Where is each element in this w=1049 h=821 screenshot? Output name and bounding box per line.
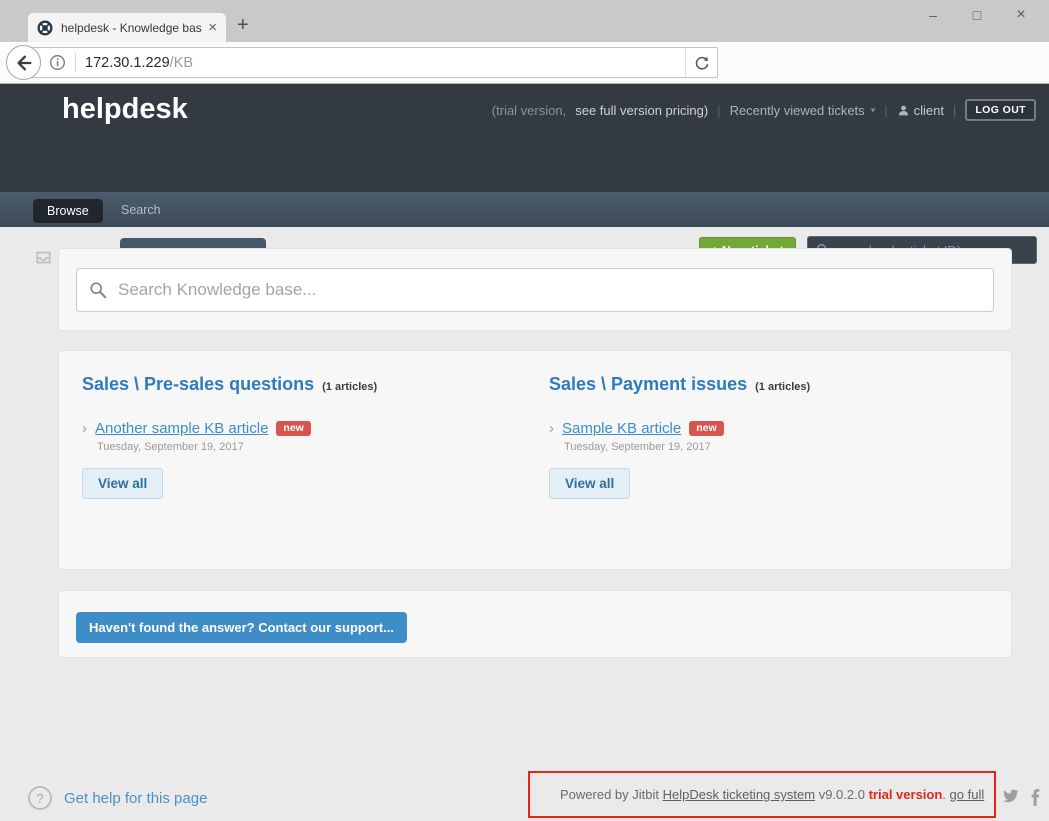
- social-links: [1002, 789, 1040, 806]
- url-host: 172.30.1.229: [85, 55, 170, 71]
- kb-article-link[interactable]: Another sample KB article: [95, 420, 268, 437]
- new-badge: new: [689, 421, 723, 437]
- kb-subnav: Browse Search: [0, 192, 1049, 227]
- user-name: client: [914, 103, 944, 118]
- get-help-link[interactable]: Get help for this page: [64, 790, 207, 807]
- category-title[interactable]: Sales \ Payment issues: [549, 374, 747, 395]
- recently-viewed-label: Recently viewed tickets: [730, 103, 865, 118]
- view-all-button[interactable]: View all: [549, 468, 630, 499]
- search-icon: [89, 281, 107, 299]
- new-badge: new: [276, 421, 310, 437]
- url-path: /KB: [170, 55, 193, 71]
- powered-by-text: Powered by Jitbit HelpDesk ticketing sys…: [560, 787, 984, 802]
- subnav-search[interactable]: Search: [121, 203, 161, 217]
- kb-search-input[interactable]: [76, 268, 994, 312]
- view-all-button[interactable]: View all: [82, 468, 163, 499]
- subnav-browse[interactable]: Browse: [33, 199, 103, 223]
- contact-support-panel: Haven't found the answer? Contact our su…: [58, 590, 1012, 658]
- navigation-toolbar: 172.30.1.229/KB Search: [0, 42, 1049, 84]
- category-count: (1 articles): [322, 381, 377, 393]
- powered-prefix: Powered by Jitbit: [560, 787, 659, 802]
- reload-button[interactable]: [685, 48, 717, 77]
- browser-tab[interactable]: helpdesk - Knowledge base ×: [28, 13, 226, 42]
- article-date: Tuesday, September 19, 2017: [564, 441, 988, 453]
- twitter-icon[interactable]: [1002, 789, 1019, 804]
- url-bar[interactable]: 172.30.1.229/KB: [20, 47, 718, 78]
- window-controls: – □ ×: [911, 2, 1043, 28]
- app-title: helpdesk: [62, 93, 188, 126]
- powered-by-box: Powered by Jitbit HelpDesk ticketing sys…: [528, 771, 996, 818]
- separator: |: [884, 103, 887, 118]
- recently-viewed-dropdown[interactable]: Recently viewed tickets ▾: [730, 103, 876, 118]
- url-separator: [75, 53, 76, 72]
- category-count: (1 articles): [755, 381, 810, 393]
- inbox-icon: [36, 251, 51, 264]
- back-button[interactable]: [6, 45, 41, 80]
- category-presales: Sales \ Pre-sales questions (1 articles)…: [82, 374, 521, 499]
- person-icon: [897, 104, 910, 117]
- jitbit-favicon-icon: [37, 20, 53, 36]
- facebook-icon[interactable]: [1030, 789, 1040, 806]
- question-circle-icon: ?: [28, 786, 52, 810]
- chevron-right-icon: ›: [549, 421, 554, 436]
- app-header: helpdesk (trial version, see full versio…: [0, 84, 1049, 192]
- article-date: Tuesday, September 19, 2017: [97, 441, 521, 453]
- user-menu[interactable]: client: [897, 103, 944, 118]
- contact-support-button[interactable]: Haven't found the answer? Contact our su…: [76, 612, 407, 643]
- browser-window: helpdesk - Knowledge base × + – □ ×: [0, 0, 1049, 821]
- kb-article-row: › Sample KB article new: [549, 420, 988, 437]
- close-window-button[interactable]: ×: [999, 2, 1043, 28]
- chevron-down-icon: ▾: [871, 105, 876, 116]
- dot: .: [942, 787, 946, 802]
- page-help: ? Get help for this page: [28, 786, 207, 810]
- minimize-button[interactable]: –: [911, 2, 955, 28]
- version-text: v9.0.2.0: [819, 787, 865, 802]
- kb-categories-panel: Sales \ Pre-sales questions (1 articles)…: [58, 350, 1012, 570]
- trial-version-text: (trial version,: [492, 103, 566, 118]
- new-tab-button[interactable]: +: [237, 15, 249, 35]
- trial-version-label: trial version: [869, 787, 943, 802]
- kb-search-panel: [58, 248, 1012, 331]
- go-full-link[interactable]: go full: [950, 787, 985, 802]
- info-icon[interactable]: [49, 54, 66, 71]
- kb-article-link[interactable]: Sample KB article: [562, 420, 681, 437]
- tab-close-icon[interactable]: ×: [208, 19, 217, 36]
- titlebar: helpdesk - Knowledge base × + – □ ×: [0, 0, 1049, 42]
- back-arrow-icon: [15, 54, 33, 72]
- account-row: (trial version, see full version pricing…: [492, 99, 1036, 121]
- separator: |: [953, 103, 956, 118]
- tab-title: helpdesk - Knowledge base: [61, 21, 202, 35]
- separator: |: [717, 103, 720, 118]
- product-link[interactable]: HelpDesk ticketing system: [663, 787, 815, 802]
- pricing-link[interactable]: see full version pricing): [575, 103, 708, 118]
- logout-button[interactable]: LOG OUT: [965, 99, 1036, 121]
- kb-article-row: › Another sample KB article new: [82, 420, 521, 437]
- maximize-button[interactable]: □: [955, 2, 999, 28]
- category-title[interactable]: Sales \ Pre-sales questions: [82, 374, 314, 395]
- chevron-right-icon: ›: [82, 421, 87, 436]
- category-payment: Sales \ Payment issues (1 articles) › Sa…: [549, 374, 988, 499]
